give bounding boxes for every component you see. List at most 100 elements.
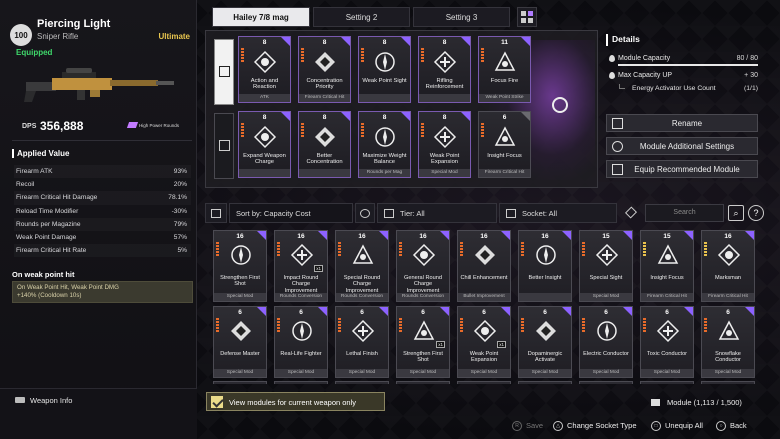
inventory-module-card-partial[interactable] [640,381,694,384]
search-icon[interactable]: ⌕ [728,205,744,221]
inventory-module-card[interactable]: 15 Insight Focus Firearm Critical Hit [640,230,694,302]
module-capacity-bar [618,64,758,66]
inventory-module-card-partial[interactable] [457,381,511,384]
socket-filter[interactable]: Socket: All [499,203,617,223]
dps-round-type: High Power Rounds [138,123,179,128]
inventory-module-card[interactable]: 6 x1 Weak Point Expansion Special Mod [457,306,511,378]
back-hint[interactable]: Back [730,421,747,433]
capacity-drop-icon [609,72,615,79]
activator-value: (1/1) [744,85,758,92]
unequip-all-hint[interactable]: Unequip All [665,421,703,433]
tier-filter-label: Tier: All [400,209,425,218]
inventory-module-card[interactable]: 6 x1 Strengthen First Shot Special Mod [396,306,450,378]
change-socket-hint[interactable]: Change Socket Type [567,421,637,433]
module-emblem-icon [351,319,375,343]
inventory-module-card[interactable]: 6 Electric Conductor Special Mod [579,306,633,378]
inventory-module-card-partial[interactable] [396,381,450,384]
rarity-indicator [338,242,341,256]
tab-setting-3[interactable]: Setting 3 [413,7,510,27]
equipped-module-card[interactable]: 8 Weak Point Expansion Special Mod [418,111,471,178]
module-emblem-icon [656,319,680,343]
inventory-module-card[interactable]: 6 Lethal Finish Special Mod [335,306,389,378]
circle-key-icon: ○ [716,421,726,431]
tab-hailey[interactable]: Hailey 7/8 mag [212,7,310,27]
equipped-module-card[interactable]: 8 Action and Reaction ATK [238,36,291,103]
tab-setting-2[interactable]: Setting 2 [313,7,410,27]
sort-order-button[interactable] [205,203,227,223]
view-current-weapon-toggle[interactable]: View modules for current weapon only [206,392,385,411]
stat-value: 5% [177,247,187,255]
grid-icon [528,18,533,23]
skill-socket-slot[interactable] [214,39,234,105]
equipped-module-card[interactable]: 8 Rifling Reinforcement [418,36,471,103]
stat-label: Firearm ATK [16,168,53,176]
equipped-module-card[interactable]: 8 Weak Point Sight [358,36,411,103]
stat-row: Weak Point Damage 57% [14,231,191,244]
module-name: Insight Focus [487,153,522,159]
inventory-module-card[interactable]: 16 Strengthen First Shot Special Mod [213,230,267,302]
search-input[interactable]: Search [645,204,724,222]
inventory-module-card-partial[interactable] [701,381,755,384]
square-key-icon: □ [651,421,661,431]
weapon-info-button[interactable]: Weapon Info [30,396,72,405]
grid-view-button[interactable] [517,7,537,27]
inventory-module-card[interactable]: 16 Special Round Charge Improvement Rounds… [335,230,389,302]
module-capacity-cost: 6 [299,309,303,316]
stack-count: x1 [314,265,323,272]
refresh-button[interactable] [355,203,375,223]
module-settings-button[interactable]: Module Additional Settings [606,137,758,155]
module-category: Firearm Critical Hit [702,293,754,301]
sort-dropdown[interactable]: Sort by: Capacity Cost [229,203,353,223]
equipped-module-card[interactable]: 6 Insight Focus Firearm Critical Hit [478,111,531,178]
module-emblem-icon [717,319,741,343]
sub-socket-slot[interactable] [214,113,234,179]
inventory-module-card[interactable]: 6 Real-Life Fighter Special Mod [274,306,328,378]
equip-recommended-button[interactable]: Equip Recommended Module [606,160,758,178]
weapon-tier-badge: 100 [10,24,32,46]
inventory-module-card[interactable]: 16 Marksman Firearm Critical Hit [701,230,755,302]
module-category: Special Mod [641,369,693,377]
inventory-module-card-partial[interactable] [518,381,572,384]
equipped-module-card[interactable]: 11 Focus Fire Weak Point Strike [478,36,531,103]
module-name: Rifling Reinforcement [425,78,464,91]
module-emblem-icon [253,125,277,149]
inventory-module-card-partial[interactable] [335,381,389,384]
inventory-module-card-partial[interactable] [274,381,328,384]
module-capacity-cost: 16 [419,233,427,240]
equipped-module-card[interactable]: 8 Concentration Priority Firearm Critical … [298,36,351,103]
stat-value: 93% [173,168,187,176]
weapon-panel: 100 Piercing Light Sniper Rifle Ultimate… [0,0,197,439]
module-name: Electric Conductor [583,351,629,357]
inventory-module-card[interactable]: 16 Better Insight [518,230,572,302]
brush-button[interactable] [623,203,643,223]
save-hint[interactable]: Save [526,421,543,433]
inventory-module-card-partial[interactable] [579,381,633,384]
weak-point-effect-line2: +140% (Cooldown 10s) [17,292,82,300]
inventory-module-card[interactable]: 6 Defense Master Special Mod [213,306,267,378]
inventory-module-card[interactable]: 16 Chill Enhancement Bullet Improvement [457,230,511,302]
module-capacity-cost: 8 [442,39,447,46]
rarity-indicator [399,318,402,332]
equipped-module-card[interactable]: 8 Maximize Weight Balance Rounds per Mag [358,111,411,178]
filter-bar: Sort by: Capacity Cost Tier: All Socket:… [205,203,768,223]
equipped-module-card[interactable]: 8 Expand Weapon Charge [238,111,291,178]
stat-row: Firearm ATK 93% [14,165,191,178]
max-capacity-value: + 30 [744,72,758,79]
equipped-module-card[interactable]: 8 Better Concentration [298,111,351,178]
checkbox-checked-icon[interactable] [211,396,223,408]
rename-button[interactable]: Rename [606,114,758,132]
inventory-module-card[interactable]: 6 Dopaminergic Activate Special Mod [518,306,572,378]
inventory-module-card-partial[interactable] [213,381,267,384]
inventory-module-card[interactable]: 16 General Round Charge Improvement Rounds… [396,230,450,302]
rarity-indicator [277,318,280,332]
inventory-module-card[interactable]: 6 Toxic Conductor Special Mod [640,306,694,378]
help-icon[interactable]: ? [748,205,764,221]
tier-filter[interactable]: Tier: All [377,203,497,223]
stat-row: Reload Time Modifier -30% [14,205,191,218]
socket-icon [219,66,230,77]
inventory-module-card[interactable]: 6 Snowflake Conductor Special Mod [701,306,755,378]
grid-icon [521,11,526,16]
inventory-module-card[interactable]: 16 x1 Impact Round Charge Improvement Round… [274,230,328,302]
inventory-module-card[interactable]: 15 Special Sight Special Mod [579,230,633,302]
sort-label: Sort by: Capacity Cost [236,209,311,218]
